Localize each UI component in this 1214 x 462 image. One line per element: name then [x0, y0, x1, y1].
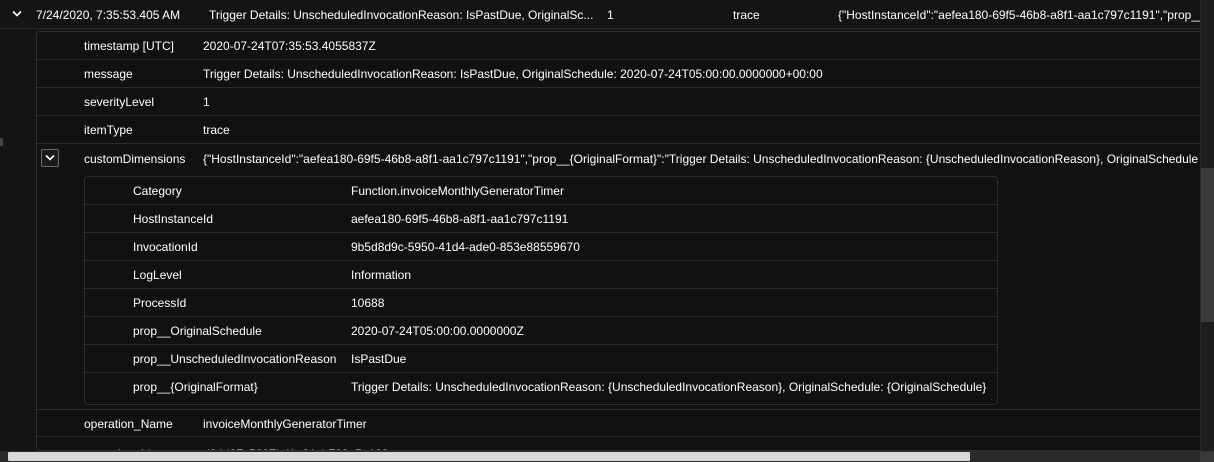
table-value: aefea180-69f5-46b8-a8f1-aa1c797c1191 — [351, 212, 569, 226]
expand-toggle-button[interactable] — [41, 149, 59, 167]
vertical-scrollbar-thumb[interactable] — [1201, 168, 1214, 322]
table-value: 10688 — [351, 296, 385, 310]
detail-row-custom-dimensions: customDimensions {"HostInstanceId":"aefe… — [37, 144, 1200, 176]
table-key: HostInstanceId — [133, 212, 214, 226]
resize-grip[interactable] — [0, 138, 3, 146]
table-row: prop__UnscheduledInvocationReason IsPast… — [85, 345, 997, 373]
table-value: Information — [351, 268, 412, 282]
row-details-panel: timestamp [UTC] 2020-07-24T07:35:53.4055… — [36, 31, 1200, 451]
detail-value: Trigger Details: UnscheduledInvocationRe… — [203, 67, 823, 81]
table-row: ProcessId 10688 — [85, 289, 997, 317]
chevron-down-icon[interactable] — [12, 10, 22, 20]
detail-value: 2020-07-24T07:35:53.4055837Z — [203, 39, 376, 53]
detail-key: message — [84, 67, 133, 81]
table-key: ProcessId — [133, 296, 187, 310]
detail-key: severityLevel — [84, 95, 155, 109]
table-row: InvocationId 9b5d8d9c-5950-41d4-ade0-853… — [85, 233, 997, 261]
table-key: Category — [133, 184, 182, 198]
table-value: IsPastDue — [351, 352, 407, 366]
detail-row-severity: severityLevel 1 — [37, 88, 1200, 116]
horizontal-scrollbar-thumb[interactable] — [8, 452, 970, 461]
table-row: LogLevel Information — [85, 261, 997, 289]
detail-key: timestamp [UTC] — [84, 39, 175, 53]
log-results-view: 7/24/2020, 7:35:53.405 AM Trigger Detail… — [0, 0, 1214, 462]
table-row: HostInstanceId aefea180-69f5-46b8-a8f1-a… — [85, 205, 997, 233]
chevron-down-icon — [45, 154, 55, 161]
table-key: InvocationId — [133, 240, 198, 254]
detail-row-timestamp: timestamp [UTC] 2020-07-24T07:35:53.4055… — [37, 32, 1200, 60]
table-value: Trigger Details: UnscheduledInvocationRe… — [351, 380, 987, 394]
row-custom-dimensions: {"HostInstanceId":"aefea180-69f5-46b8-a8… — [838, 8, 1200, 22]
scrollbar-corner — [1200, 451, 1214, 462]
detail-row-item-type: itemType trace — [37, 116, 1200, 144]
custom-dimensions-table: Category Function.invoiceMonthlyGenerato… — [84, 176, 998, 405]
detail-value: 1 — [203, 95, 210, 109]
table-row: prop__OriginalSchedule 2020-07-24T05:00:… — [85, 317, 997, 345]
table-row: prop__{OriginalFormat} Trigger Details: … — [85, 373, 997, 401]
table-value: Function.invoiceMonthlyGeneratorTimer — [351, 184, 564, 198]
detail-value: trace — [203, 123, 230, 137]
table-key: prop__OriginalSchedule — [133, 324, 262, 338]
table-key: prop__UnscheduledInvocationReason — [133, 352, 337, 366]
table-value: 9b5d8d9c-5950-41d4-ade0-853e88559670 — [351, 240, 580, 254]
detail-key: itemType — [84, 123, 133, 137]
row-severity: 1 — [607, 8, 614, 22]
table-row: Category Function.invoiceMonthlyGenerato… — [85, 177, 997, 205]
detail-row-operation-name: operation_Name invoiceMonthlyGeneratorTi… — [37, 409, 1200, 437]
detail-row-operation-id: operation_Id d24d97c5007bd1e01cb709e5e18… — [37, 437, 1200, 450]
table-key: LogLevel — [133, 268, 182, 282]
detail-key: operation_Name — [84, 417, 173, 431]
detail-value: invoiceMonthlyGeneratorTimer — [203, 417, 367, 431]
result-row[interactable]: 7/24/2020, 7:35:53.405 AM Trigger Detail… — [0, 0, 1200, 29]
row-message: Trigger Details: UnscheduledInvocationRe… — [209, 8, 594, 22]
table-value: 2020-07-24T05:00:00.0000000Z — [351, 324, 524, 338]
detail-row-message: message Trigger Details: UnscheduledInvo… — [37, 60, 1200, 88]
table-key: prop__{OriginalFormat} — [133, 380, 258, 394]
detail-value: {"HostInstanceId":"aefea180-69f5-46b8-a8… — [203, 152, 1199, 166]
detail-key: customDimensions — [84, 152, 186, 166]
row-timestamp: 7/24/2020, 7:35:53.405 AM — [36, 8, 181, 22]
row-item-type: trace — [733, 8, 760, 22]
